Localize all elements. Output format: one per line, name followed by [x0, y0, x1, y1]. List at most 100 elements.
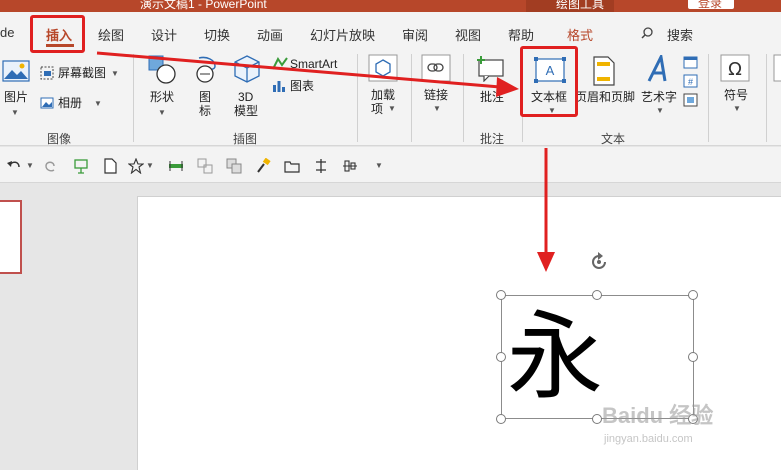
resize-handle-tl[interactable] — [496, 290, 506, 300]
context-tab-label: 绘图工具 — [556, 0, 605, 11]
star-dropdown-icon[interactable]: ▼ — [146, 161, 154, 170]
tab-transitions[interactable]: 切换 — [204, 25, 230, 44]
screenshot-label[interactable]: 屏幕截图 — [58, 66, 106, 80]
screenshot-icon[interactable] — [40, 66, 54, 80]
3d-models-label-line1[interactable]: 3D — [238, 90, 253, 104]
pictures-label[interactable]: 图片 — [4, 90, 28, 104]
shapes-label[interactable]: 形状 — [150, 90, 174, 104]
picture-icon[interactable] — [2, 60, 30, 82]
distribute-icon[interactable] — [313, 158, 329, 174]
document-title: 演示文稿1 - PowerPoint — [140, 0, 267, 11]
login-label: 登录 — [698, 0, 723, 10]
screenshot-dropdown-icon[interactable]: ▼ — [111, 69, 119, 78]
align-center-icon[interactable] — [342, 158, 358, 174]
group-separator — [708, 54, 709, 142]
addins-label-line2[interactable]: 项 — [371, 102, 383, 116]
icons-icon[interactable] — [193, 56, 219, 84]
tab-review[interactable]: 审阅 — [402, 25, 428, 44]
group-icon[interactable] — [197, 158, 213, 174]
link-icon[interactable] — [421, 54, 451, 82]
wordart-icon[interactable] — [645, 55, 673, 83]
resize-handle-r[interactable] — [688, 352, 698, 362]
watermark-sub-text: jingyan.baidu.com — [604, 433, 693, 445]
open-folder-icon[interactable] — [284, 158, 300, 174]
wordart-dropdown-icon[interactable]: ▼ — [656, 106, 664, 115]
tab-animations[interactable]: 动画 — [257, 25, 283, 44]
redo-icon[interactable] — [42, 158, 58, 174]
tab-draw[interactable]: 绘图 — [98, 25, 124, 44]
slide-number-icon[interactable]: # — [683, 74, 698, 88]
shapes-dropdown-icon[interactable]: ▼ — [158, 108, 166, 117]
resize-handle-l[interactable] — [496, 352, 506, 362]
tab-format[interactable]: 格式 — [567, 25, 593, 44]
svg-text:Ω: Ω — [728, 59, 742, 80]
quick-access-toolbar: ▼ ▼ ▼ — [0, 147, 781, 183]
smartart-label[interactable]: SmartArt — [290, 57, 337, 71]
header-footer-icon[interactable] — [592, 56, 616, 86]
group-separator — [463, 54, 464, 142]
align-icon[interactable] — [168, 158, 184, 174]
shapes-icon[interactable] — [148, 54, 178, 84]
ribbon-insert: 图片 ▼ 屏幕截图 ▼ 相册 ▼ 图像 形状 ▼ 图 标 3D 模型 Smart… — [0, 50, 781, 146]
date-time-icon[interactable] — [683, 55, 698, 69]
3d-models-label-line2[interactable]: 模型 — [234, 104, 258, 118]
ribbon-tab-row: de 插入 绘图 设计 切换 动画 幻灯片放映 审阅 视图 帮助 格式 搜索 — [0, 12, 781, 50]
slide-text-character: 永 — [507, 301, 603, 413]
album-icon[interactable] — [40, 96, 54, 110]
tab-design[interactable]: 设计 — [151, 25, 177, 44]
new-file-icon[interactable] — [102, 158, 118, 174]
text-group-label: 文本 — [601, 132, 626, 146]
illustrations-group-label: 插图 — [233, 132, 258, 146]
icons-label-line1[interactable]: 图 — [199, 90, 211, 104]
chart-icon[interactable] — [272, 79, 286, 93]
addins-dropdown-icon[interactable]: ▼ — [388, 104, 396, 113]
icons-label-line2[interactable]: 标 — [199, 104, 211, 118]
tab-help[interactable]: 帮助 — [508, 25, 534, 44]
links-label[interactable]: 链接 — [424, 88, 448, 102]
comment-icon[interactable] — [476, 54, 506, 82]
customize-qat-icon[interactable]: ▼ — [375, 161, 383, 170]
media-icon[interactable] — [773, 54, 781, 82]
smartart-icon[interactable] — [272, 57, 288, 71]
resize-handle-t[interactable] — [592, 290, 602, 300]
resize-handle-tr[interactable] — [688, 290, 698, 300]
presenter-icon[interactable] — [73, 158, 89, 174]
login-button[interactable]: 登录 — [688, 0, 734, 10]
symbol-icon[interactable]: Ω — [720, 54, 750, 82]
object-icon[interactable] — [683, 93, 698, 107]
format-painter-icon[interactable] — [255, 158, 271, 174]
insert-tab-highlight — [30, 15, 85, 53]
album-dropdown-icon[interactable]: ▼ — [94, 99, 102, 108]
links-dropdown-icon[interactable]: ▼ — [433, 104, 441, 113]
addins-label-line1[interactable]: 加载 — [371, 88, 395, 102]
svg-text:#: # — [688, 77, 693, 87]
tab-home[interactable]: de — [0, 25, 14, 40]
comment-label[interactable]: 批注 — [480, 90, 504, 104]
group-separator — [357, 54, 358, 142]
group-separator — [766, 54, 767, 142]
star-icon[interactable] — [128, 158, 144, 174]
pictures-dropdown-icon[interactable]: ▼ — [11, 108, 19, 117]
group-separator — [133, 54, 134, 142]
undo-icon[interactable] — [6, 158, 22, 174]
ungroup-icon[interactable] — [226, 158, 242, 174]
tab-slideshow[interactable]: 幻灯片放映 — [310, 25, 375, 44]
slide-thumbnail[interactable] — [0, 200, 22, 274]
resize-handle-bl[interactable] — [496, 414, 506, 424]
group-separator — [411, 54, 412, 142]
header-footer-label[interactable]: 页眉和页脚 — [575, 90, 635, 104]
watermark-main-text: Baidu 经验 — [602, 403, 714, 428]
undo-dropdown-icon[interactable]: ▼ — [26, 161, 34, 170]
drawing-tools-context-tab[interactable]: 绘图工具 — [526, 0, 614, 12]
chart-label[interactable]: 图表 — [290, 79, 314, 93]
wordart-label[interactable]: 艺术字 — [641, 90, 677, 104]
addins-icon[interactable] — [368, 54, 398, 82]
tab-view[interactable]: 视图 — [455, 25, 481, 44]
album-label[interactable]: 相册 — [58, 96, 82, 110]
symbol-label[interactable]: 符号 — [724, 88, 748, 102]
search-label[interactable]: 搜索 — [667, 25, 693, 44]
rotate-handle-icon[interactable] — [588, 251, 610, 273]
symbol-dropdown-icon[interactable]: ▼ — [733, 104, 741, 113]
search-icon[interactable] — [641, 27, 653, 39]
3d-model-icon[interactable] — [233, 54, 261, 84]
